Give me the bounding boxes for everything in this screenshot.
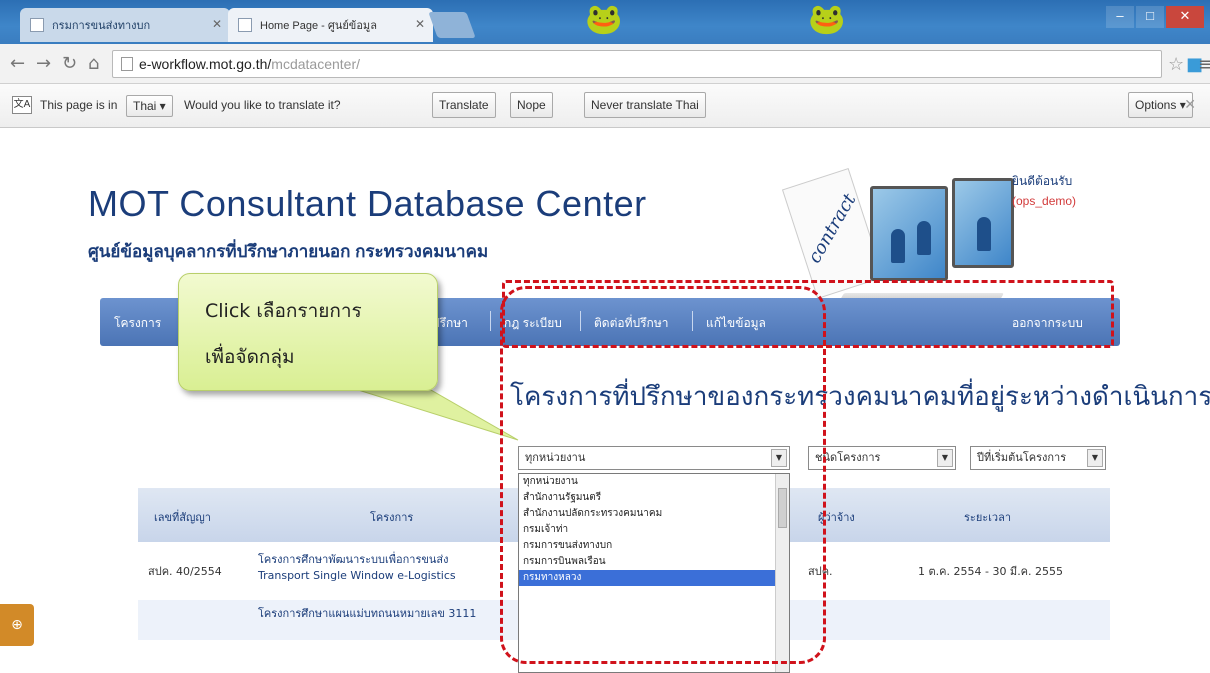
page-headline: โครงการที่ปรึกษาของกระทรวงคมนาคมที่อยู่ร…	[510, 382, 1210, 412]
options-label: Options	[1135, 98, 1177, 112]
nav-separator	[692, 311, 693, 331]
dropdown-option[interactable]: ทุกหน่วยงาน	[519, 474, 789, 490]
menu-icon[interactable]: ≡	[1198, 54, 1210, 75]
back-icon[interactable]: ←	[10, 53, 25, 74]
project-name[interactable]: โครงการศึกษาพัฒนาระบบเพื่อการขนส่ง Transp…	[258, 552, 518, 584]
tab-label: Home Page - ศูนย์ข้อมูล	[260, 20, 377, 32]
nav-item-projects[interactable]: โครงการ	[114, 314, 161, 333]
instruction-callout: Click เลือกรายการ เพื่อจัดกลุ่ม	[178, 273, 438, 391]
close-tab-icon[interactable]: ✕	[415, 17, 425, 31]
web-page: MOT Consultant Database Center ศูนย์ข้อม…	[0, 128, 1210, 673]
column-header: โครงการ	[370, 511, 414, 524]
new-tab-button[interactable]	[428, 12, 476, 38]
welcome-box: ยินดีต้อนรับ (ops_demo)	[1012, 171, 1076, 211]
translate-icon: 文A	[12, 96, 32, 114]
browser-toolbar: ← → ↻ ⌂ e-workflow.mot.go.th/mcdatacente…	[0, 44, 1210, 84]
dropdown-option[interactable]: กรมเจ้าท่า	[519, 522, 789, 538]
translate-button[interactable]: Translate	[432, 92, 496, 118]
close-window-icon[interactable]: ✕	[1166, 6, 1204, 28]
mascot-icon: 🐸	[808, 2, 846, 37]
welcome-text: ยินดีต้อนรับ	[1012, 174, 1073, 188]
dropdown-scrollbar[interactable]	[775, 474, 789, 672]
person-icon	[977, 217, 991, 251]
chevron-down-icon[interactable]: ▼	[771, 449, 787, 467]
browser-tab-2[interactable]: Home Page - ศูนย์ข้อมูล ✕	[228, 8, 433, 42]
translate-infobar: 文A This page is in Thai ▾ Would you like…	[0, 84, 1210, 128]
monitor-illustration	[870, 186, 948, 281]
maximize-icon[interactable]: □	[1136, 6, 1164, 28]
person-icon	[917, 221, 931, 255]
forward-icon[interactable]: →	[36, 53, 51, 74]
dropdown-option[interactable]: กรมการบินพลเรือน	[519, 554, 789, 570]
project-line: Transport Single Window e-Logistics	[258, 569, 456, 582]
project-name[interactable]: โครงการศึกษาแผนแม่บทถนนหมายเลข 3111	[258, 606, 518, 622]
star-icon[interactable]: ☆	[1168, 54, 1184, 75]
side-widget-icon[interactable]: ⊕	[0, 604, 34, 646]
close-tab-icon[interactable]: ✕	[212, 17, 222, 31]
monitor-illustration	[952, 178, 1014, 268]
nav-item-contact[interactable]: ติดต่อที่ปรึกษา	[594, 314, 668, 333]
browser-tab-1[interactable]: กรมการขนส่งทางบก ✕	[20, 8, 230, 42]
window-controls: – □ ✕	[1106, 6, 1204, 28]
logout-link[interactable]: ออกจากระบบ	[1012, 314, 1083, 333]
language-label: Thai	[133, 99, 157, 113]
dropdown-option[interactable]: กรมทางหลวง	[519, 570, 789, 586]
column-header: ผู้ว่าจ้าง	[818, 511, 855, 524]
home-icon[interactable]: ⌂	[88, 53, 99, 74]
close-infobar-icon[interactable]: ✕	[1184, 96, 1196, 113]
column-header: ระยะเวลา	[964, 511, 1012, 524]
period: 1 ต.ค. 2554 - 30 มี.ค. 2555	[918, 565, 1064, 578]
project-type-value: ชนิดโครงการ	[815, 451, 881, 464]
chevron-down-icon[interactable]: ▼	[937, 449, 953, 467]
callout-line: เพื่อจัดกลุ่ม	[205, 346, 295, 368]
nav-item-regulations[interactable]: กฎ ระเบียบ	[504, 314, 562, 333]
column-header: เลขที่สัญญา	[154, 511, 211, 524]
translate-prefix: This page is in	[40, 98, 118, 112]
translate-question: Would you like to translate it?	[184, 98, 341, 112]
nav-separator	[490, 311, 491, 331]
address-host: e-workflow.mot.go.th/	[139, 56, 272, 72]
dropdown-option[interactable]: สำนักงานรัฐมนตรี	[519, 490, 789, 506]
sort-select-value: ปีที่เริ่มต้นโครงการ	[977, 451, 1067, 464]
employer: สปค.	[808, 565, 833, 578]
screenshot-root: กรมการขนส่งทางบก ✕ Home Page - ศูนย์ข้อม…	[0, 0, 1210, 673]
username[interactable]: (ops_demo)	[1012, 191, 1076, 211]
nope-button[interactable]: Nope	[510, 92, 553, 118]
site-subtitle: ศูนย์ข้อมูลบุคลากรที่ปรึกษาภายนอก กระทรว…	[88, 242, 489, 261]
nav-item-edit[interactable]: แก้ไขข้อมูล	[706, 314, 766, 333]
scrollbar-thumb[interactable]	[778, 488, 787, 528]
site-title: MOT Consultant Database Center	[88, 183, 647, 224]
nav-separator	[580, 311, 581, 331]
mascot-icon: 🐸	[585, 2, 623, 37]
browser-titlebar: กรมการขนส่งทางบก ✕ Home Page - ศูนย์ข้อม…	[0, 0, 1210, 44]
page-icon	[121, 57, 133, 71]
page-favicon-icon	[238, 18, 252, 32]
project-type-select[interactable]: ชนิดโครงการ ▼	[808, 446, 956, 470]
agency-dropdown-list: ทุกหน่วยงาน สำนักงานรัฐมนตรี สำนักงานปลัดก…	[518, 473, 790, 673]
address-path: mcdatacenter/	[271, 56, 360, 72]
dropdown-items: ทุกหน่วยงาน สำนักงานรัฐมนตรี สำนักงานปลัดก…	[519, 474, 789, 586]
language-select[interactable]: Thai ▾	[126, 95, 173, 117]
dropdown-option[interactable]: กรมการขนส่งทางบก	[519, 538, 789, 554]
chevron-down-icon[interactable]: ▼	[1087, 449, 1103, 467]
options-button[interactable]: Options ▾	[1128, 92, 1193, 118]
person-icon	[891, 229, 905, 263]
address-bar[interactable]: e-workflow.mot.go.th/mcdatacenter/	[112, 50, 1162, 78]
tab-label: กรมการขนส่งทางบก	[52, 20, 151, 32]
agency-select-value: ทุกหน่วยงาน	[525, 451, 586, 464]
reload-icon[interactable]: ↻	[62, 53, 77, 74]
agency-select[interactable]: ทุกหน่วยงาน ▼	[518, 446, 790, 470]
minimize-icon[interactable]: –	[1106, 6, 1134, 28]
contract-number: สปค. 40/2554	[148, 565, 222, 578]
callout-line: Click เลือกรายการ	[205, 300, 362, 322]
never-translate-button[interactable]: Never translate Thai	[584, 92, 706, 118]
sort-select[interactable]: ปีที่เริ่มต้นโครงการ ▼	[970, 446, 1106, 470]
page-favicon-icon	[30, 18, 44, 32]
dropdown-option[interactable]: สำนักงานปลัดกระทรวงคมนาคม	[519, 506, 789, 522]
project-line: โครงการศึกษาพัฒนาระบบเพื่อการขนส่ง	[258, 553, 449, 566]
